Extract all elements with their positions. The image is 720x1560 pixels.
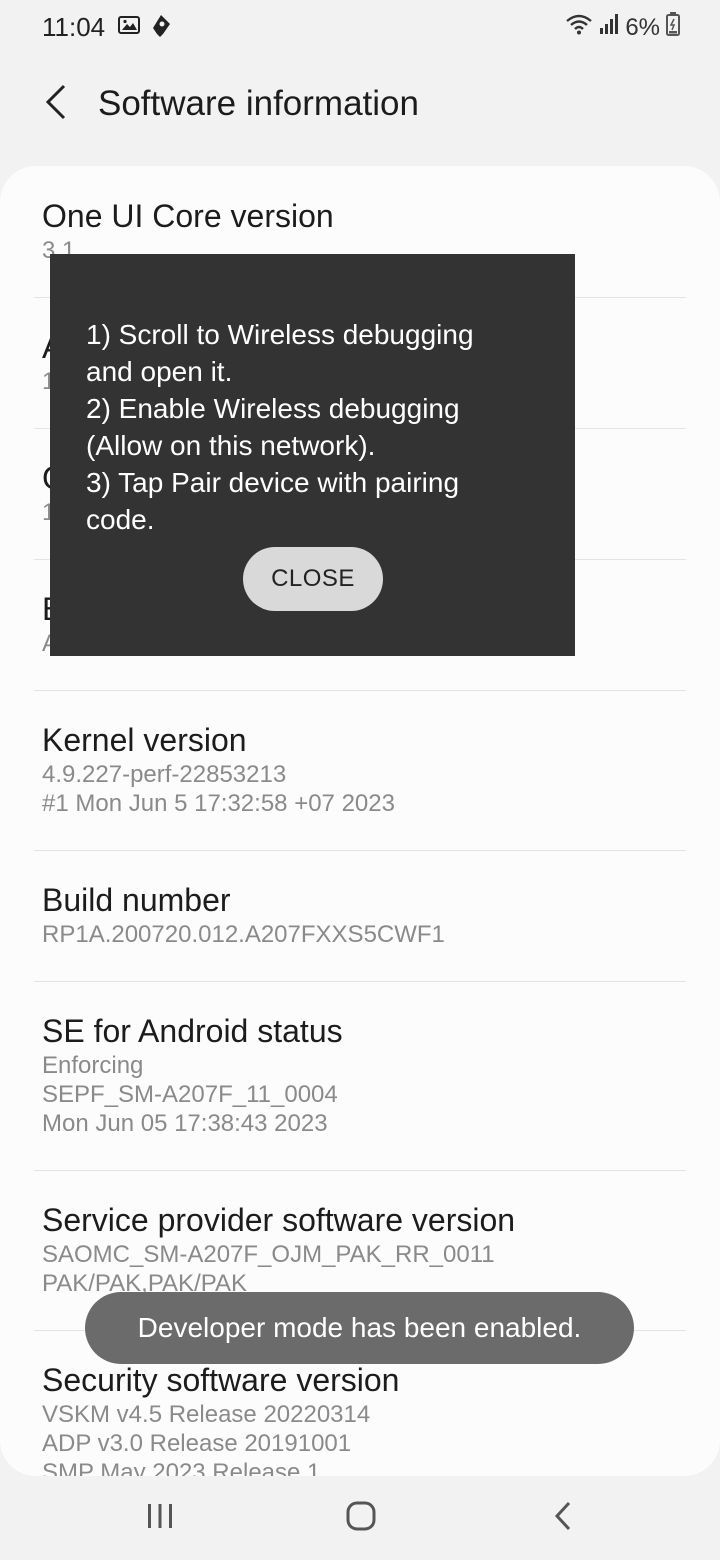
item-title: SE for Android status xyxy=(42,1013,343,1049)
divider xyxy=(34,850,686,851)
status-bar: 11:04 6% xyxy=(0,0,720,56)
home-button[interactable] xyxy=(331,1494,391,1542)
item-title: Build number xyxy=(42,882,231,918)
nav-back-button[interactable] xyxy=(533,1494,593,1542)
status-notification-icons xyxy=(118,14,172,43)
instruction-step-1: 1) Scroll to Wireless debugging and open… xyxy=(86,319,474,387)
back-arrow-icon xyxy=(42,82,70,127)
item-value: Enforcing xyxy=(42,1052,144,1079)
status-time: 11:04 xyxy=(42,12,106,42)
recent-apps-button[interactable] xyxy=(130,1494,190,1542)
item-value: #1 Mon Jun 5 17:32:58 +07 2023 xyxy=(42,790,395,817)
shield-icon xyxy=(150,14,172,43)
instructions-text: 1) Scroll to Wireless debugging and open… xyxy=(86,316,546,538)
signal-icon xyxy=(599,13,619,42)
navigation-bar xyxy=(0,1476,720,1560)
page-title: Software information xyxy=(98,84,419,123)
divider xyxy=(34,690,686,691)
wifi-icon xyxy=(565,13,593,42)
item-value: SAOMC_SM-A207F_OJM_PAK_RR_0011 xyxy=(42,1241,495,1268)
item-value: SMP May 2023 Release 1 xyxy=(42,1459,321,1476)
list-item-service-provider-software-version[interactable]: Service provider software version SAOMC_… xyxy=(42,1200,684,1298)
instruction-step-2: 2) Enable Wireless debugging (Allow on t… xyxy=(86,393,460,461)
battery-percent: 6% xyxy=(625,13,660,41)
status-system-icons: 6% xyxy=(565,12,680,43)
back-icon xyxy=(551,1500,575,1537)
list-item-se-for-android-status[interactable]: SE for Android status Enforcing SEPF_SM-… xyxy=(42,1011,684,1138)
item-value: VSKM v4.5 Release 20220314 xyxy=(42,1401,371,1428)
image-icon xyxy=(118,14,140,43)
recent-apps-icon xyxy=(145,1501,175,1536)
back-button[interactable] xyxy=(28,76,84,132)
instructions-dialog: 1) Scroll to Wireless debugging and open… xyxy=(50,254,575,656)
item-title: Security software version xyxy=(42,1362,400,1398)
item-value: 4.9.227-perf-22853213 xyxy=(42,761,287,788)
instruction-step-3: 3) Tap Pair device with pairing code. xyxy=(86,467,460,535)
item-value: RP1A.200720.012.A207FXXS5CWF1 xyxy=(42,921,445,948)
item-title: Kernel version xyxy=(42,722,247,758)
app-bar: Software information xyxy=(0,64,720,148)
home-icon xyxy=(345,1500,377,1537)
item-value: Mon Jun 05 17:38:43 2023 xyxy=(42,1110,328,1137)
close-button[interactable]: CLOSE xyxy=(243,547,383,611)
toast-message: Developer mode has been enabled. xyxy=(85,1292,634,1364)
item-title: One UI Core version xyxy=(42,198,334,234)
battery-icon xyxy=(666,12,680,43)
divider xyxy=(34,981,686,982)
list-item-build-number[interactable]: Build number RP1A.200720.012.A207FXXS5CW… xyxy=(42,880,684,949)
item-title: Service provider software version xyxy=(42,1202,516,1238)
list-item-security-software-version[interactable]: Security software version VSKM v4.5 Rele… xyxy=(42,1360,684,1476)
divider xyxy=(34,1170,686,1171)
item-value: ADP v3.0 Release 20191001 xyxy=(42,1430,352,1457)
item-value: SEPF_SM-A207F_11_0004 xyxy=(42,1081,338,1108)
list-item-kernel-version[interactable]: Kernel version 4.9.227-perf-22853213 #1 … xyxy=(42,720,684,818)
